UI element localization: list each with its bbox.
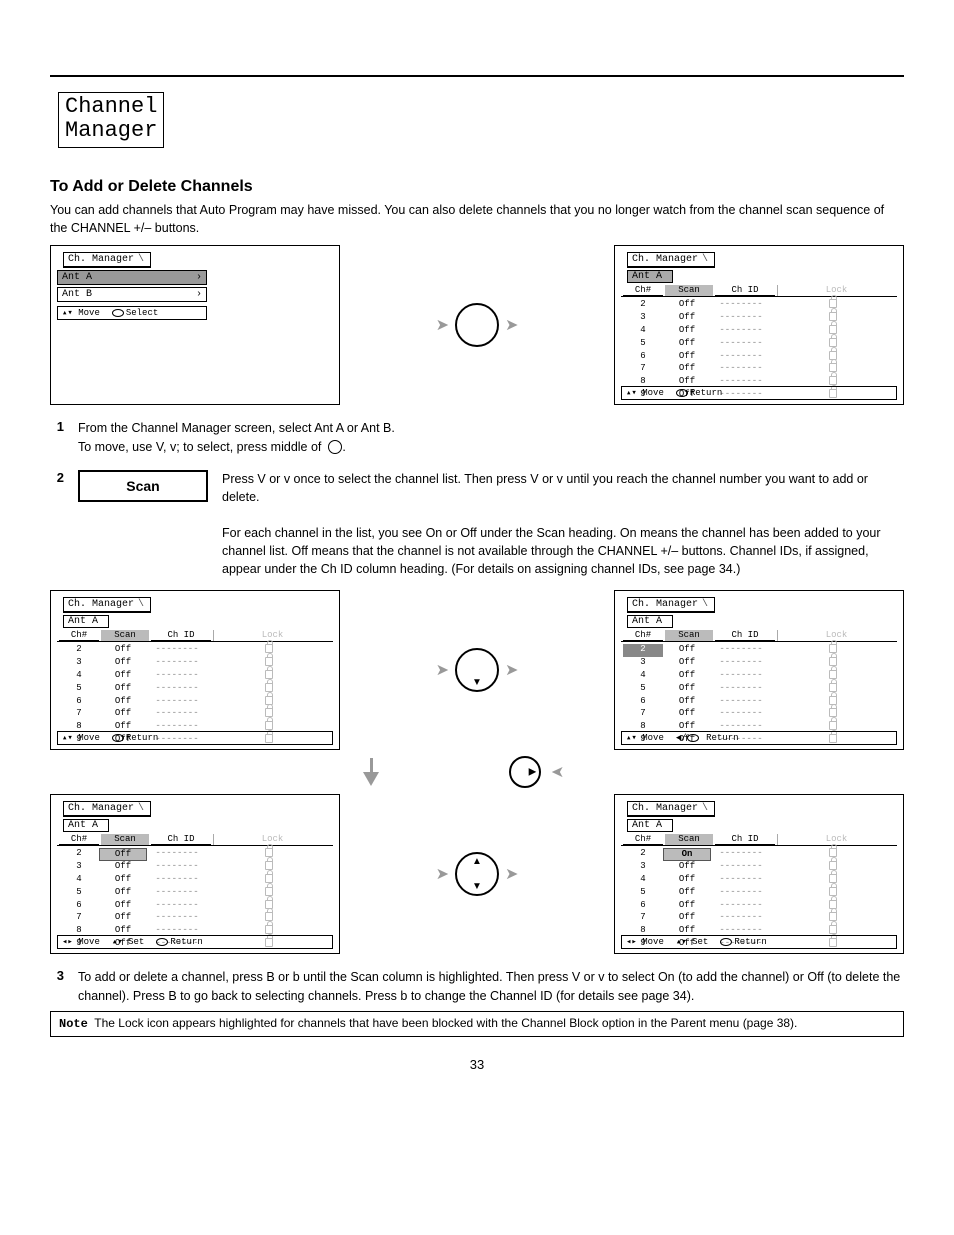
hint-bar: ▴▾ Move Return [621,386,897,400]
panel-channel-list-2a: Ch. Manager \ Ant A Ch# Scan Ch ID Lock … [50,590,340,750]
panel-channel-list-2b: Ch. Manager \ Ant A Ch# Scan Ch ID Lock … [614,590,904,750]
section-title: To Add or Delete Channels [50,178,904,196]
page-top-rule [50,75,904,77]
joystick-down-icon: ▼ [455,648,499,692]
lock-icon [829,363,837,372]
hint-bar: ▴▾ Move Select [57,306,207,320]
menu-item-ant-a[interactable]: Ant A› [57,270,207,285]
panel-ch-manager-menu: Ch. Manager \ Ant A› Ant B› ▴▾ Move Sele… [50,245,340,405]
step-2-label: Scan [78,470,208,502]
flow-arrow-1: ➤ ➤ [436,303,519,347]
joystick-updown-icon: ▲ ▼ [455,852,499,896]
joystick-inline-icon [328,440,342,454]
note-label: Note [59,1017,88,1031]
panel-channel-list-1: Ch. Manager \ Ant A Ch# Scan Ch ID Lock … [614,245,904,405]
step-3-number: 3 [50,968,64,983]
panel-title-tab: Ch. Manager \ [63,252,151,268]
lock-icon [829,376,837,385]
step-1-text: From the Channel Manager screen, select … [78,419,904,455]
panel-channel-list-3a: Ch. Manager \ Ant A Ch# Scan Ch ID Lock … [50,794,340,954]
step-2-number: 2 [50,470,64,485]
lock-icon [829,299,837,308]
note-text: The Lock icon appears highlighted for ch… [94,1016,797,1030]
flow-right-then-down: ▶ ➤ [50,756,904,788]
lock-icon [829,338,837,347]
step-1-number: 1 [50,419,64,434]
chapter-box: Channel Manager [58,92,164,148]
chapter-line2: Manager [65,119,157,143]
step-2-text: Press V or v once to select the channel … [222,470,904,579]
lock-icon [829,312,837,321]
flow-arrow-3: ➤ ▲ ▼ ➤ [436,852,519,896]
note-box: Note The Lock icon appears highlighted f… [50,1011,904,1038]
page-number: 33 [50,1057,904,1072]
lock-icon [829,351,837,360]
panel-channel-list-3b: Ch. Manager \ Ant A Ch# Scan Ch ID Lock … [614,794,904,954]
intro-text: You can add channels that Auto Program m… [50,202,904,237]
step-3-text: To add or delete a channel, press B or b… [78,968,904,1004]
joystick-icon [455,303,499,347]
panel-title-tab: Ch. Manager \ [627,252,715,268]
lock-icon [829,325,837,334]
flow-arrow-2: ➤ ▼ ➤ [436,648,519,692]
subtab-ant-a[interactable]: Ant A [627,270,673,283]
menu-item-ant-b[interactable]: Ant B› [57,287,207,302]
chapter-line1: Channel [65,95,157,119]
column-headers: Ch# Scan Ch ID Lock [621,285,897,297]
